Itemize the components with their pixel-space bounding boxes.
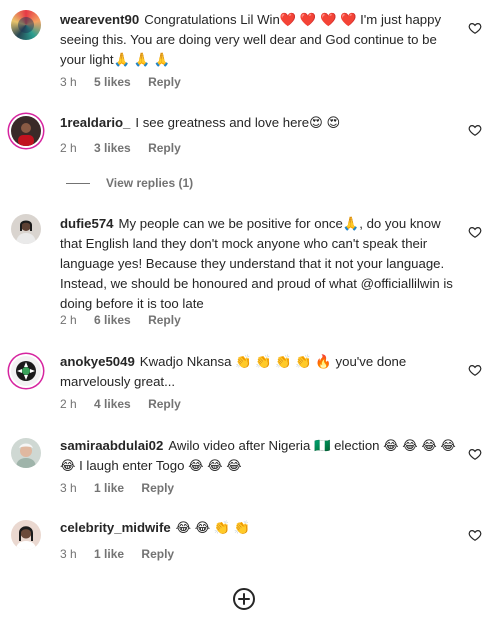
comment-text: celebrity_midwife 😂 😂 👏 👏 <box>60 518 460 538</box>
comment-text: 1realdario_ I see greatness and love here… <box>60 113 460 133</box>
divider-line <box>66 182 90 184</box>
comment-username[interactable]: 1realdario_ <box>60 115 130 130</box>
comment-time[interactable]: 2 h <box>60 313 77 327</box>
comment-body: 😂 😂 👏 👏 <box>175 520 251 535</box>
comment-time[interactable]: 3 h <box>60 481 77 495</box>
comment-likes[interactable]: 6 likes <box>94 313 131 327</box>
comment-meta: 2 h 6 likes Reply <box>60 313 195 327</box>
comment-text: wearevent90 Congratulations Lil Win❤️ ❤️ … <box>60 10 460 70</box>
comment-likes[interactable]: 1 like <box>94 481 124 495</box>
comment-text: samiraabdulai02 Awilo video after Nigeria… <box>60 436 460 476</box>
comment-likes[interactable]: 1 like <box>94 547 124 561</box>
comment-username[interactable]: anokye5049 <box>60 354 135 369</box>
reply-button[interactable]: Reply <box>148 75 181 89</box>
comment-time[interactable]: 2 h <box>60 397 77 411</box>
avatar[interactable] <box>11 520 41 550</box>
avatar[interactable] <box>11 116 41 146</box>
reply-button[interactable]: Reply <box>141 481 174 495</box>
heart-outline-icon[interactable] <box>468 528 482 542</box>
comment-time[interactable]: 3 h <box>60 75 77 89</box>
reply-button[interactable]: Reply <box>148 313 181 327</box>
comment-meta: 2 h 3 likes Reply <box>60 141 195 155</box>
comment-time[interactable]: 3 h <box>60 547 77 561</box>
reply-button[interactable]: Reply <box>148 397 181 411</box>
avatar[interactable] <box>11 438 41 468</box>
heart-outline-icon[interactable] <box>468 447 482 461</box>
avatar[interactable] <box>11 214 41 244</box>
comment-body: My people can we be positive for once🙏, … <box>60 216 453 311</box>
comment-likes[interactable]: 5 likes <box>94 75 131 89</box>
heart-outline-icon[interactable] <box>468 123 482 137</box>
comment-meta: 3 h 5 likes Reply <box>60 75 195 89</box>
plus-circle-icon[interactable] <box>232 587 256 611</box>
comment-time[interactable]: 2 h <box>60 141 77 155</box>
avatar[interactable] <box>11 356 41 386</box>
comment-username[interactable]: dufie574 <box>60 216 114 231</box>
comment-meta: 3 h 1 like Reply <box>60 481 188 495</box>
view-replies-button[interactable]: View replies (1) <box>66 176 193 190</box>
comment-meta: 2 h 4 likes Reply <box>60 397 195 411</box>
comment-username[interactable]: samiraabdulai02 <box>60 438 163 453</box>
comment-meta: 3 h 1 like Reply <box>60 547 188 561</box>
comment-text: anokye5049 Kwadjo Nkansa 👏 👏 👏 👏 🔥 you've… <box>60 352 460 392</box>
heart-outline-icon[interactable] <box>468 225 482 239</box>
reply-button[interactable]: Reply <box>141 547 174 561</box>
comment-username[interactable]: celebrity_midwife <box>60 520 171 535</box>
avatar[interactable] <box>11 10 41 40</box>
reply-button[interactable]: Reply <box>148 141 181 155</box>
comment-likes[interactable]: 3 likes <box>94 141 131 155</box>
heart-outline-icon[interactable] <box>468 363 482 377</box>
heart-outline-icon[interactable] <box>468 21 482 35</box>
comment-likes[interactable]: 4 likes <box>94 397 131 411</box>
comment-body: I see greatness and love here😍 😍 <box>135 115 341 130</box>
comment-username[interactable]: wearevent90 <box>60 12 139 27</box>
view-replies-label[interactable]: View replies (1) <box>106 176 193 190</box>
comment-text: dufie574 My people can we be positive for… <box>60 214 460 314</box>
